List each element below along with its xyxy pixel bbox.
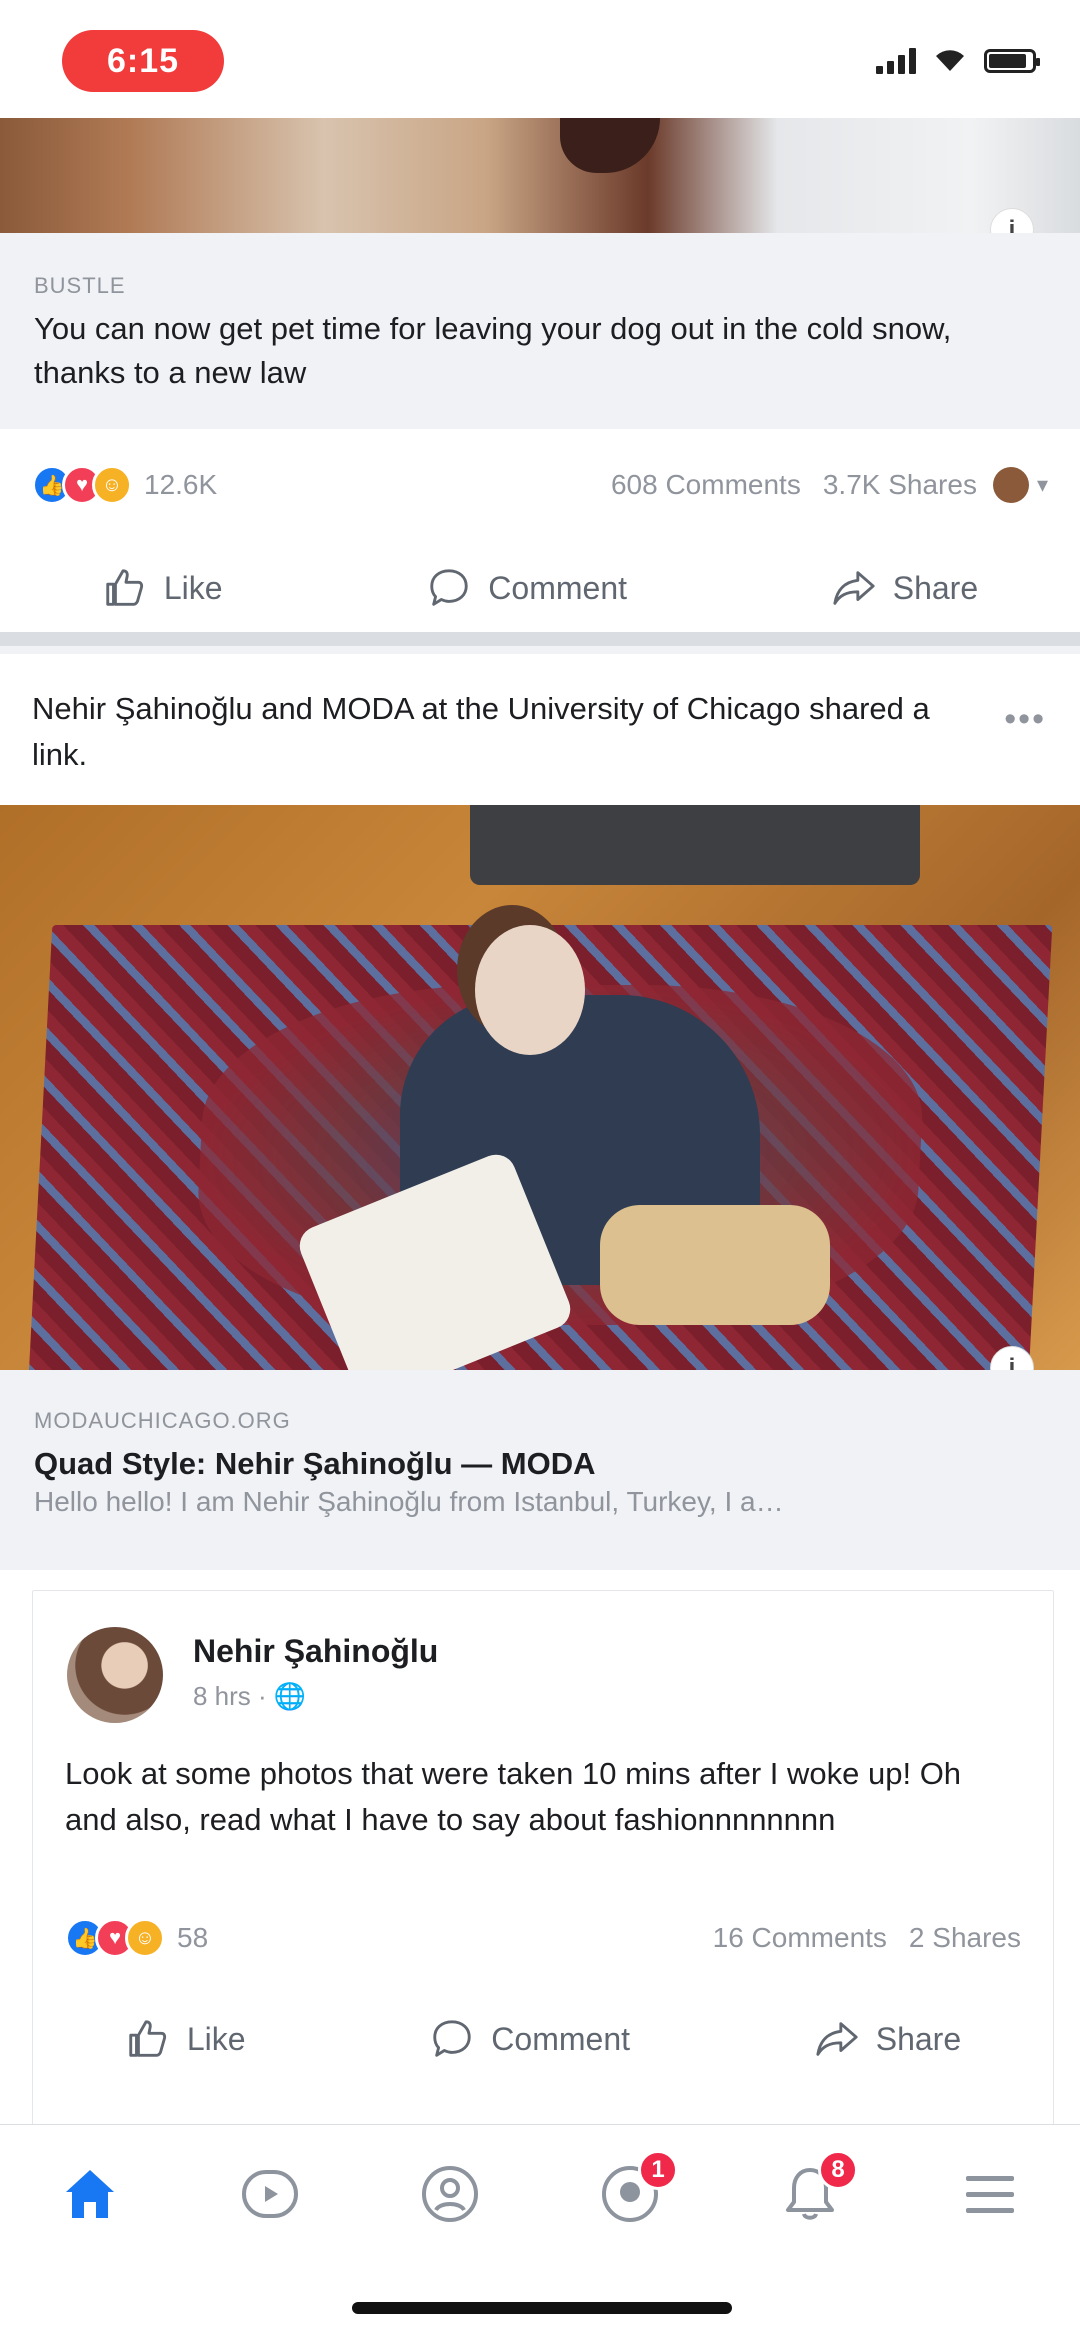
status-bar: 6:15 <box>0 0 1080 118</box>
tab-home[interactable] <box>50 2154 130 2234</box>
post1-link-image[interactable] <box>0 118 1080 233</box>
menu-icon <box>966 2176 1014 2213</box>
link-title: Quad Style: Nehir Şahinoğlu — MODA <box>34 1446 596 1481</box>
battery-icon <box>984 49 1040 73</box>
status-icons <box>876 48 1040 74</box>
post2-link-box[interactable]: MODAUCHICAGO.ORG Quad Style: Nehir Şahin… <box>0 1370 1080 1570</box>
share-button[interactable]: Share <box>831 565 978 611</box>
groups-badge: 1 <box>638 2150 678 2190</box>
chevron-down-icon[interactable]: ▾ <box>1037 472 1048 498</box>
link-domain: BUSTLE <box>34 273 126 298</box>
shared-action-row: Like Comment Share <box>33 1996 1053 2082</box>
watch-icon <box>242 2170 298 2218</box>
link-description: Hello hello! I am Nehir Şahinoğlu from I… <box>34 1486 784 1517</box>
comment-label: Comment <box>488 569 627 606</box>
shared-post-card[interactable]: Nehir Şahinoğlu 8 hrs · 🌐 Look at some p… <box>32 1590 1054 2132</box>
viewer-avatar[interactable] <box>992 467 1029 503</box>
post1-reactions-row: 👍 ♥ ☺ 12.6K 608 Comments 3.7K Shares ▾ <box>0 450 1080 520</box>
reactions-count[interactable]: 12.6K <box>144 469 217 501</box>
avatar[interactable] <box>67 1627 163 1723</box>
tab-menu[interactable] <box>950 2154 1030 2234</box>
reactions-count[interactable]: 58 <box>177 1922 208 1954</box>
couch <box>470 805 920 885</box>
shares-count[interactable]: 2 Shares <box>909 1922 1021 1954</box>
person-head <box>475 925 585 1055</box>
like-label: Like <box>163 569 223 606</box>
post-timestamp[interactable]: 8 hrs · 🌐 <box>193 1681 306 1712</box>
share-button[interactable]: Share <box>814 2016 961 2062</box>
comment-icon <box>430 569 468 606</box>
post2-header[interactable]: Nehir Şahinoğlu and MODA at the Universi… <box>32 686 992 778</box>
tab-notifications[interactable]: 8 <box>770 2150 858 2234</box>
post1-link-box[interactable]: BUSTLE You can now get pet time for leav… <box>0 233 1080 429</box>
person-legs-2 <box>600 1205 830 1325</box>
comment-label: Comment <box>491 2020 630 2057</box>
shared-reactions-row: 👍 ♥ ☺ 58 16 Comments 2 Shares <box>33 1903 1053 1973</box>
like-label: Like <box>186 2020 246 2057</box>
post2-link-image[interactable] <box>0 805 1080 1370</box>
like-button[interactable]: Like <box>102 565 223 611</box>
shares-count[interactable]: 3.7K Shares <box>823 469 977 501</box>
comment-icon <box>433 2020 471 2057</box>
share-icon <box>833 571 875 605</box>
share-icon <box>816 2022 858 2056</box>
share-label: Share <box>875 2020 962 2057</box>
tab-watch[interactable] <box>230 2154 310 2234</box>
comment-button[interactable]: Comment <box>429 2016 630 2062</box>
comments-count[interactable]: 16 Comments <box>713 1922 887 1954</box>
author-name[interactable]: Nehir Şahinoğlu <box>193 1633 438 1670</box>
signal-icon <box>876 48 916 74</box>
link-title: You can now get pet time for leaving you… <box>34 311 952 390</box>
like-icon <box>129 2020 166 2057</box>
haha-reaction-icon: ☺ <box>92 465 132 505</box>
feed-divider <box>0 632 1080 646</box>
home-icon <box>66 2170 114 2218</box>
haha-reaction-icon: ☺ <box>125 1918 165 1958</box>
marketplace-icon <box>422 2166 478 2222</box>
more-options-icon[interactable]: ••• <box>1004 700 1046 739</box>
tab-groups[interactable]: 1 <box>590 2150 678 2234</box>
share-label: Share <box>892 569 979 606</box>
comment-button[interactable]: Comment <box>426 565 627 611</box>
wifi-icon <box>936 50 964 71</box>
notifications-badge: 8 <box>818 2150 858 2190</box>
tab-bar: 1 8 <box>0 2124 1080 2263</box>
like-button[interactable]: Like <box>125 2016 246 2062</box>
home-indicator[interactable] <box>352 2302 732 2314</box>
tab-marketplace[interactable] <box>410 2154 490 2234</box>
comments-count[interactable]: 608 Comments <box>611 469 801 501</box>
reaction-icons[interactable]: 👍 ♥ ☺ <box>32 465 132 505</box>
reaction-icons[interactable]: 👍 ♥ ☺ <box>65 1918 165 1958</box>
post1-action-row: Like Comment Share <box>0 545 1080 631</box>
status-time[interactable]: 6:15 <box>62 30 224 92</box>
dog-nose <box>560 118 660 173</box>
like-icon <box>106 569 143 606</box>
post-text: Look at some photos that were taken 10 m… <box>65 1756 962 1837</box>
link-domain: MODAUCHICAGO.ORG <box>34 1408 291 1433</box>
feed-divider-light <box>0 646 1080 654</box>
